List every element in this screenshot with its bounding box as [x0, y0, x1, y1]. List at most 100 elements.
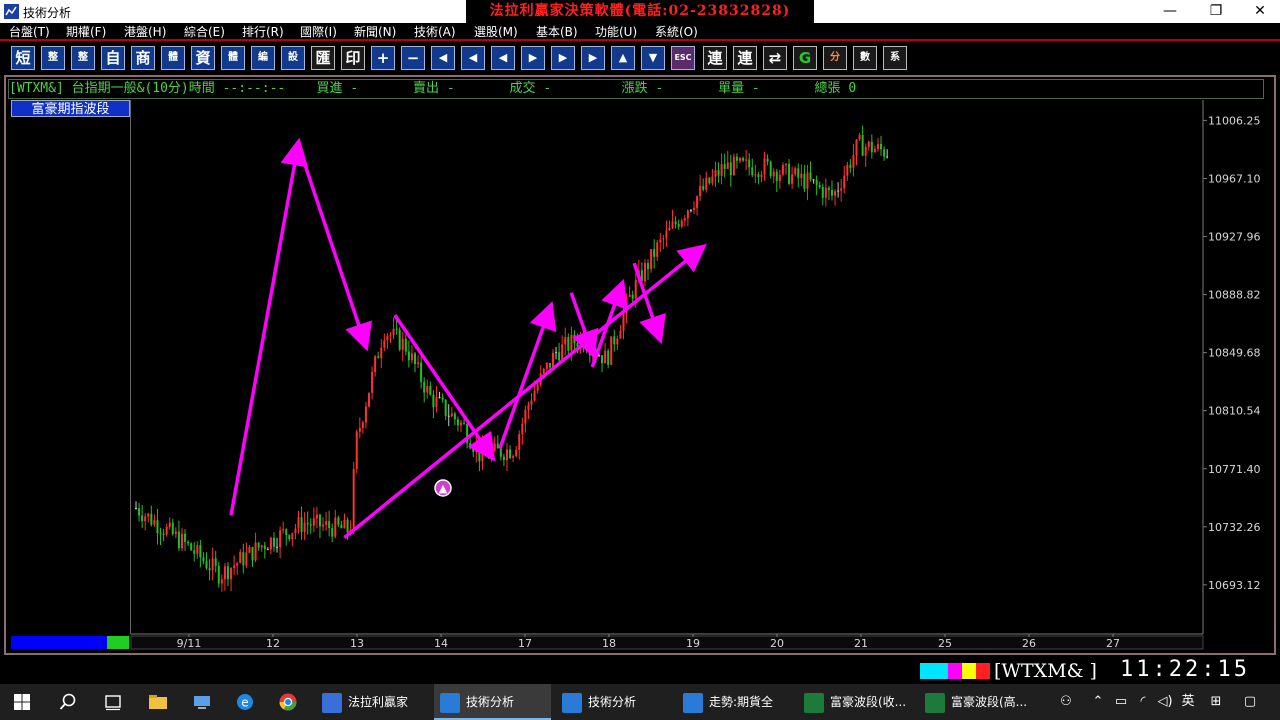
candle-body [723, 164, 726, 169]
candle-body [147, 513, 150, 517]
candle-body [417, 362, 420, 365]
task-view-icon[interactable] [103, 692, 123, 712]
search-icon[interactable] [58, 692, 78, 712]
candle-body [257, 542, 260, 548]
candle-body [689, 209, 692, 211]
candle-body [184, 533, 187, 542]
candle-body [591, 352, 594, 356]
candle-body [392, 328, 395, 335]
candle-body [441, 397, 444, 400]
power-icon[interactable]: ▭ [1112, 684, 1130, 720]
notifications-icon[interactable]: ▢ [1240, 684, 1260, 720]
y-tick-label: 10771.40 [1208, 463, 1261, 476]
candle-body [551, 352, 554, 368]
x-tick-label: 20 [770, 637, 784, 650]
candle-body [300, 517, 303, 532]
candle-body [864, 146, 867, 156]
candle-body [165, 526, 168, 535]
candle-body [613, 336, 616, 345]
status-color-cyan [920, 663, 948, 679]
candle-body [818, 185, 821, 188]
x-tick-label: 27 [1106, 637, 1120, 650]
candle-body [141, 515, 144, 522]
candle-body [653, 249, 656, 257]
taskbar-app-technical-1[interactable]: 技術分析 [434, 684, 551, 720]
people-icon[interactable]: ⚇ [1056, 684, 1076, 720]
candle-body [634, 280, 637, 299]
chart-app-icon [683, 692, 703, 713]
candle-body [570, 334, 573, 351]
y-tick-label: 11006.25 [1208, 114, 1261, 127]
x-tick-label: 14 [434, 637, 448, 650]
x-tick-label: 19 [686, 637, 700, 650]
chrome-browser-icon[interactable] [278, 692, 298, 712]
candle-body [849, 164, 852, 168]
candle-body [763, 158, 766, 175]
windows-start-icon[interactable] [12, 692, 32, 712]
candle-body [509, 449, 512, 458]
taskbar-app-excel-2[interactable]: 富豪波段(高... [919, 684, 1036, 720]
candle-body [294, 528, 297, 533]
volume-icon[interactable]: ◁) [1156, 684, 1174, 720]
candle-body [846, 164, 849, 176]
y-tick-label: 10888.82 [1208, 289, 1261, 302]
candle-body [720, 164, 723, 176]
date-axis-band [130, 635, 1204, 650]
candle-body [190, 543, 193, 551]
candle-body [533, 390, 536, 401]
taskbar-app-ferrari[interactable]: 法拉利贏家 [318, 684, 430, 720]
candle-body [867, 141, 870, 147]
taskbar-app-excel-1[interactable]: 富豪波段(收... [798, 684, 915, 720]
y-tick-label: 10927.96 [1208, 231, 1261, 244]
edge-browser-icon[interactable]: e [235, 692, 255, 712]
candle-body [288, 535, 291, 540]
candle-body [726, 162, 729, 169]
trend-arrow [229, 137, 309, 516]
candle-body [401, 338, 404, 350]
candle-body [812, 179, 815, 181]
candle-body [536, 384, 539, 391]
candle-body [834, 191, 837, 196]
candle-body [456, 419, 459, 426]
candle-body [374, 356, 377, 372]
status-clock: 11:22:15 [1120, 657, 1250, 682]
candle-body [659, 239, 662, 243]
candlestick-chart[interactable]: ▲ 11006.25 10967.10 10927.96 10888.82 10849.… [0, 0, 1280, 660]
candle-body [254, 542, 257, 561]
network-drive-icon[interactable] [192, 692, 212, 712]
candle-body [361, 422, 364, 428]
y-tick-label: 10732.26 [1208, 521, 1261, 534]
candle-body [475, 445, 478, 452]
candle-body [585, 347, 588, 351]
candle-body [601, 355, 604, 364]
scrollbar-thumb[interactable] [107, 636, 129, 649]
taskbar-app-technical-2[interactable]: 技術分析 [556, 684, 673, 720]
taskbar-app-trend[interactable]: 走勢:期貨全 [677, 684, 794, 720]
candle-body [883, 149, 886, 157]
candle-body [481, 445, 484, 462]
file-explorer-icon[interactable] [148, 692, 168, 712]
candle-body [742, 158, 745, 161]
candle-body [824, 187, 827, 198]
tray-chevron-icon[interactable]: ⌃ [1090, 684, 1106, 720]
candle-body [576, 343, 579, 347]
candle-body [174, 531, 177, 535]
ime-indicator[interactable]: 英 [1178, 684, 1198, 720]
candle-body [791, 174, 794, 184]
candle-body [815, 179, 818, 186]
candle-body [135, 507, 137, 509]
candle-body [180, 533, 183, 549]
candle-body [671, 221, 674, 228]
candle-body [735, 156, 738, 161]
candle-body [784, 163, 787, 165]
candle-body [328, 521, 331, 528]
candle-body [251, 547, 254, 561]
ime-mode-icon[interactable]: ⊞ [1206, 684, 1226, 720]
candle-body [285, 529, 288, 536]
candle-body [291, 532, 294, 540]
x-tick-label: 17 [518, 637, 532, 650]
candle-body [469, 442, 472, 449]
network-icon[interactable]: ◜ [1134, 684, 1152, 720]
annotation-layer: ▲ [229, 137, 707, 539]
candle-body [748, 159, 751, 168]
